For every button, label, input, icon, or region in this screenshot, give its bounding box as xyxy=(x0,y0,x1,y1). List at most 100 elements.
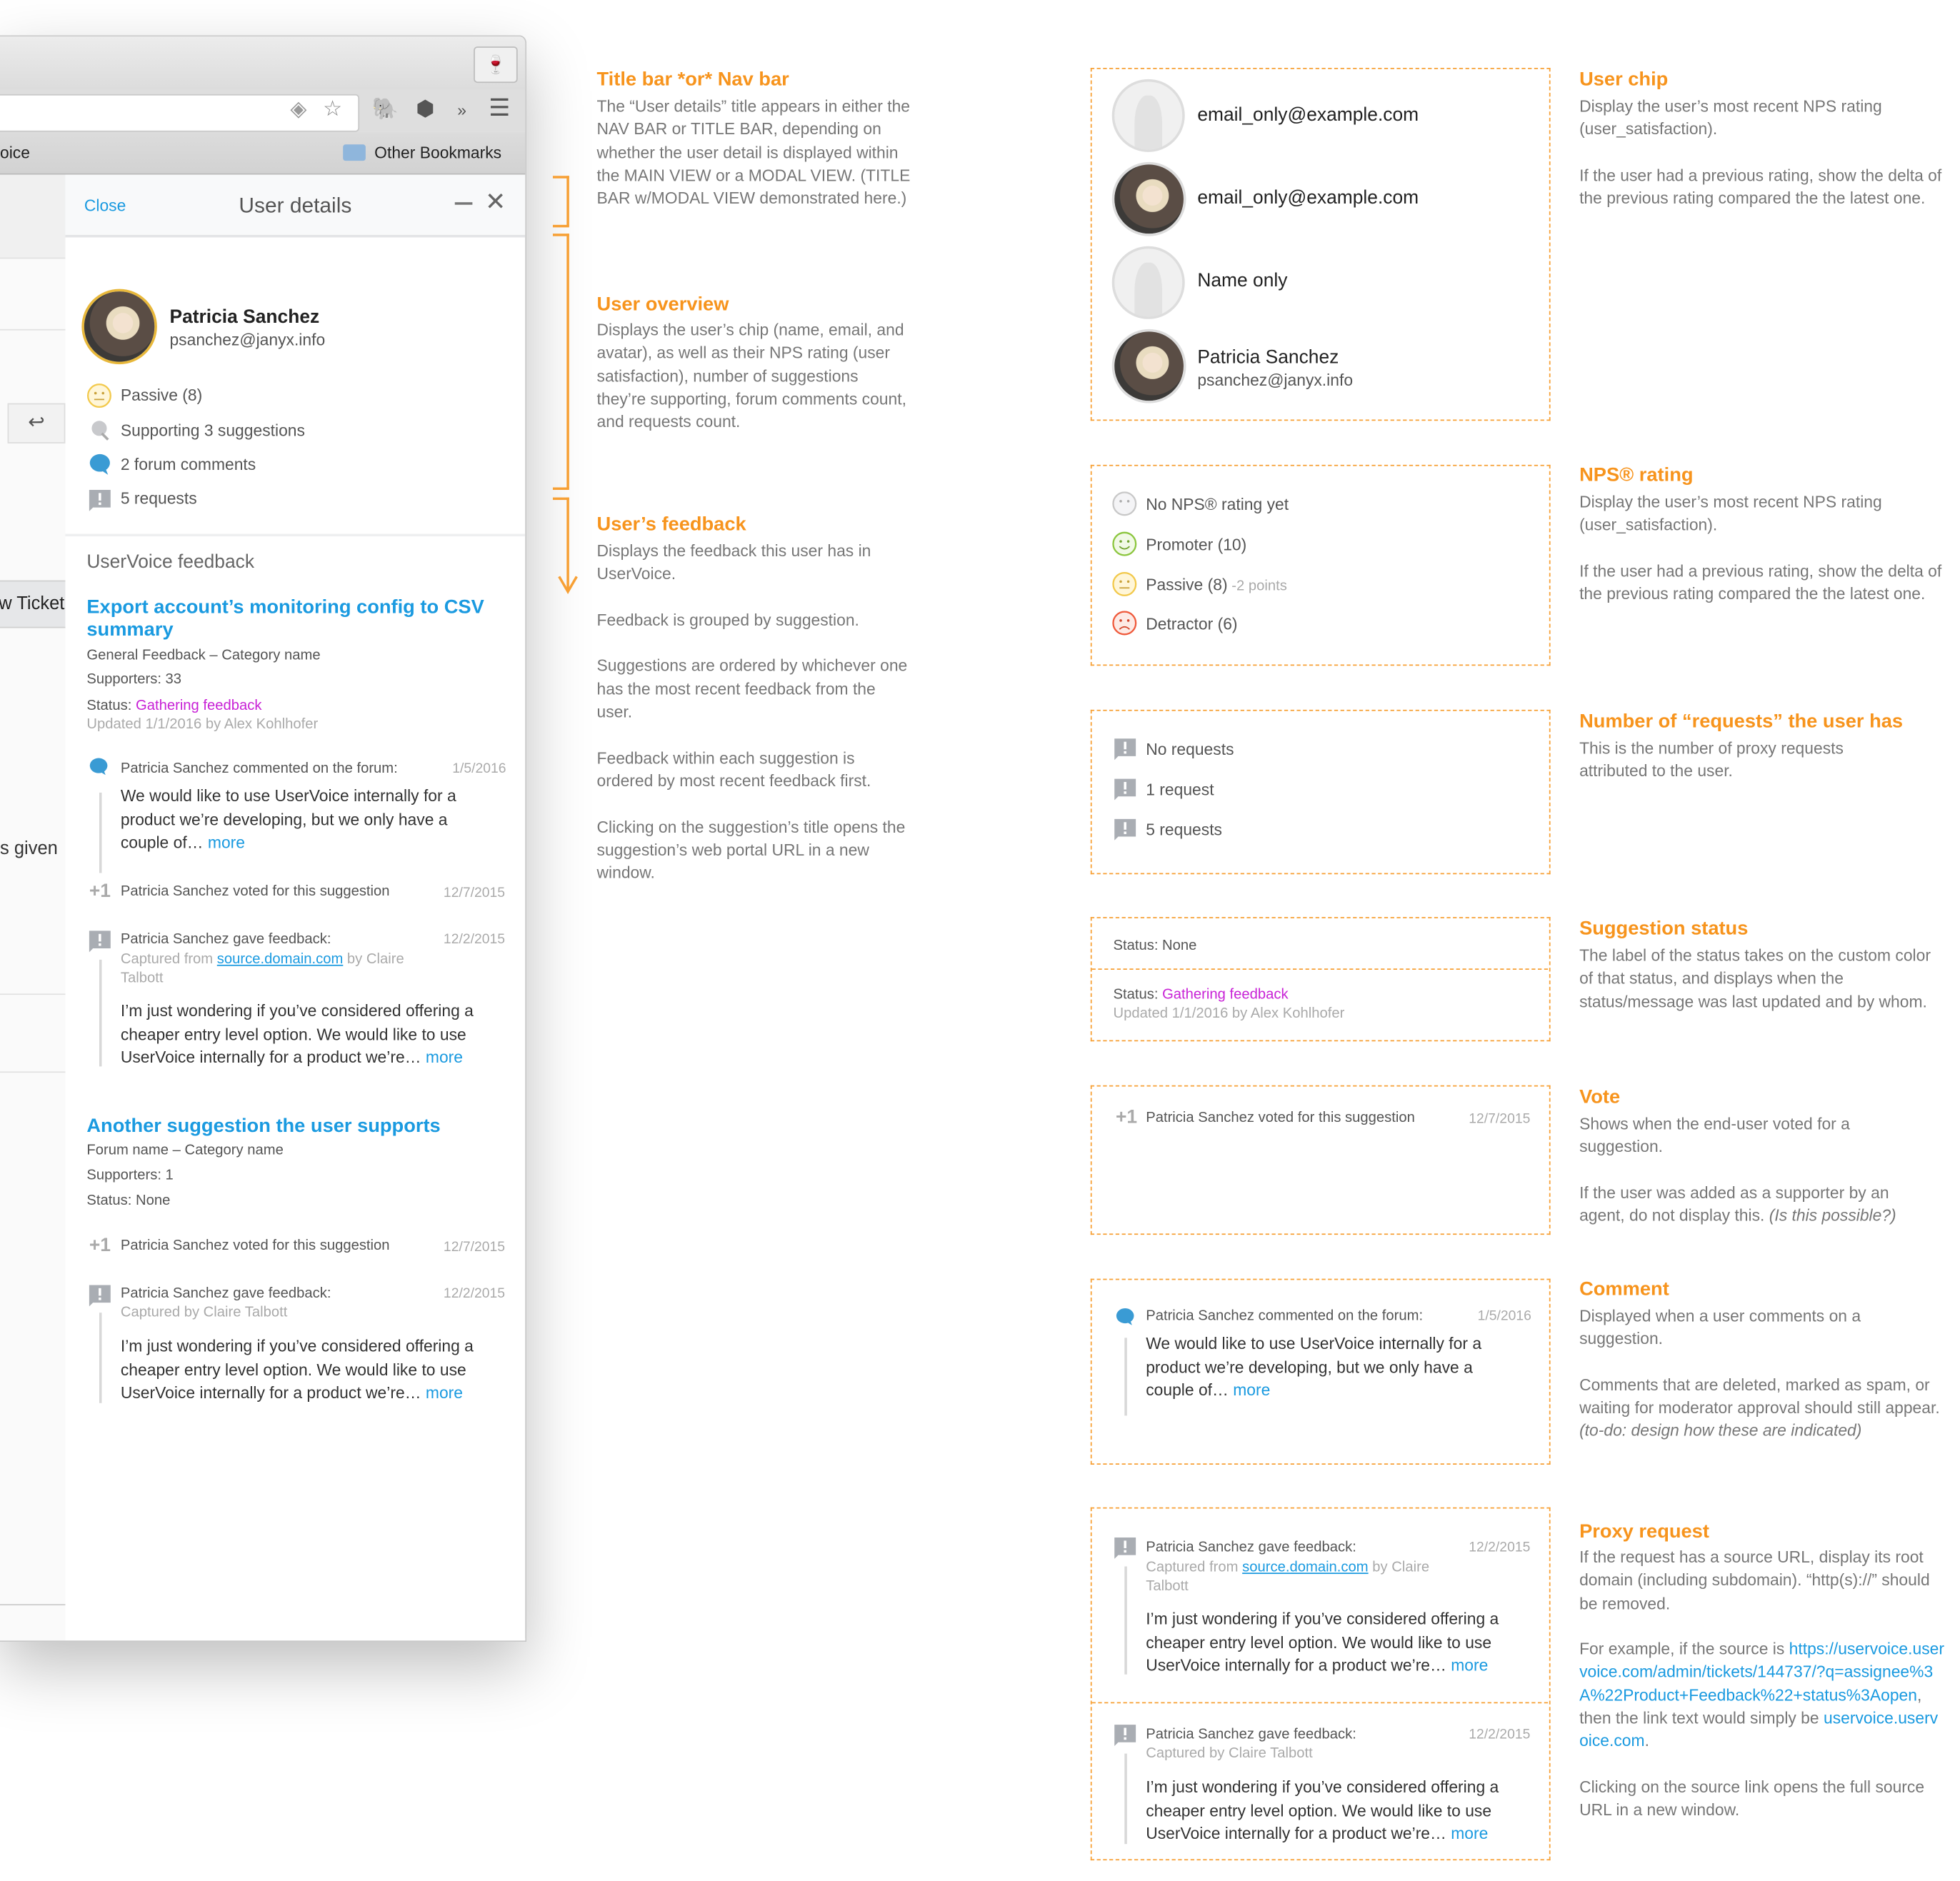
plus-one-icon: +1 xyxy=(89,1235,111,1256)
annotation-title: User overview xyxy=(596,294,729,316)
no-rating-face-icon xyxy=(1112,491,1137,516)
feedback-body: I’m just wondering if you’ve considered … xyxy=(120,1000,474,1067)
comment-bubble-icon xyxy=(1116,1308,1134,1325)
minimize-icon[interactable] xyxy=(454,202,473,205)
activity-header: Patricia Sanchez gave feedback: xyxy=(120,932,331,948)
more-link[interactable]: more xyxy=(1233,1380,1270,1399)
passive-face-icon xyxy=(1112,571,1137,596)
thread-line xyxy=(99,959,102,1067)
requests-label: 5 requests xyxy=(1146,820,1222,840)
page-title: User details xyxy=(239,193,352,218)
source-link[interactable]: source.domain.com xyxy=(1242,1560,1369,1575)
bracket xyxy=(552,487,569,491)
wine-glass-icon[interactable]: 🍷 xyxy=(474,46,518,84)
annotation-text: Display the user’s most recent NPS ratin… xyxy=(1579,96,1942,208)
nps-label: No NPS® rating yet xyxy=(1146,495,1289,514)
other-bookmarks[interactable]: Other Bookmarks xyxy=(374,144,501,162)
annotation-title: Suggestion status xyxy=(1579,918,1749,940)
annotation-text: If the request has a source URL, display… xyxy=(1579,1548,1944,1820)
star-icon[interactable]: ☆ xyxy=(323,96,342,121)
hexagon-extension-icon[interactable]: ⬢ xyxy=(416,96,434,121)
passive-face-icon xyxy=(86,383,111,408)
comment-bubble-icon xyxy=(89,758,108,776)
avatar-placeholder xyxy=(1111,79,1185,152)
annotation-title: User’s feedback xyxy=(596,513,746,536)
captured-by: Captured by Claire Talbott xyxy=(1146,1746,1313,1762)
activity-date: 12/2/2015 xyxy=(443,1286,506,1302)
overflow-chevron-icon[interactable]: » xyxy=(457,101,466,119)
user-chip-examples: email_only@example.com email_only@exampl… xyxy=(1090,67,1551,421)
supporting-count: Supporting 3 suggestions xyxy=(120,421,305,440)
feedback-body: I’m just wondering if you’ve considered … xyxy=(1146,1777,1499,1843)
activity-date: 1/5/2016 xyxy=(452,761,506,777)
activity-header: Patricia Sanchez voted for this suggesti… xyxy=(1146,1110,1415,1126)
source-link[interactable]: source.domain.com xyxy=(217,952,344,967)
activity-header: Patricia Sanchez gave feedback: xyxy=(1146,1727,1356,1742)
diamond-icon[interactable]: ◈ xyxy=(290,96,306,121)
suggestion-title[interactable]: Export account’s monitoring config to CS… xyxy=(86,597,489,642)
thread-line xyxy=(99,792,102,873)
bracket xyxy=(552,224,569,228)
underlying-text: s given xyxy=(0,839,58,860)
nps-label: Detractor (6) xyxy=(1146,614,1238,633)
evernote-icon[interactable]: 🐘 xyxy=(372,96,399,121)
activity-header: Patricia Sanchez commented on the forum: xyxy=(120,761,398,777)
more-link[interactable]: more xyxy=(426,1048,463,1066)
request-exclamation-icon xyxy=(1114,818,1136,841)
more-link[interactable]: more xyxy=(1451,1655,1488,1674)
bracket xyxy=(566,234,569,489)
comment-example: Patricia Sanchez commented on the forum:… xyxy=(1090,1278,1551,1465)
forum-comments-count: 2 forum comments xyxy=(120,454,256,474)
activity-header: Patricia Sanchez voted for this suggesti… xyxy=(120,1238,390,1254)
request-exclamation-icon xyxy=(89,1285,111,1307)
status: Status: Gathering feedback xyxy=(1113,987,1289,1003)
arrow-down-icon xyxy=(558,576,578,594)
feedback-body: I’m just wondering if you’ve considered … xyxy=(120,1336,474,1403)
activity-date: 12/7/2015 xyxy=(443,1240,506,1255)
status-examples: Status: None Status: Gathering feedback … xyxy=(1090,917,1551,1042)
reply-button[interactable]: ↩ xyxy=(7,403,66,443)
request-exclamation-icon xyxy=(89,490,111,511)
more-link[interactable]: more xyxy=(208,833,245,851)
plus-one-icon: +1 xyxy=(1115,1106,1138,1128)
status: Status: Gathering feedback xyxy=(86,698,262,714)
underlying-page: ↩ w Ticket s given xyxy=(0,174,67,1641)
chip-primary: email_only@example.com xyxy=(1197,187,1419,209)
status-updated: Updated 1/1/2016 by Alex Kohlhofer xyxy=(86,717,319,733)
thread-line xyxy=(1124,1753,1127,1845)
more-link[interactable]: more xyxy=(426,1383,463,1402)
more-link[interactable]: more xyxy=(1451,1824,1488,1842)
new-ticket-button[interactable]: w Ticket xyxy=(0,580,66,628)
activity-date: 12/7/2015 xyxy=(1469,1111,1531,1127)
suggestion-title[interactable]: Another suggestion the user supports xyxy=(86,1115,489,1138)
thread-line xyxy=(99,1313,102,1403)
browser-window: 🍷 ◈ ☆ 🐘 ⬢ » ☰ oice Other Bookmarks ↩ w T… xyxy=(0,35,527,1642)
comment-body: We would like to use UserVoice internall… xyxy=(1146,1334,1482,1400)
chip-primary: email_only@example.com xyxy=(1197,104,1419,126)
chip-primary: Name only xyxy=(1197,270,1288,292)
annotation-text: Display the user’s most recent NPS ratin… xyxy=(1579,492,1942,603)
activity-header: Patricia Sanchez gave feedback: xyxy=(120,1286,331,1302)
requests-label: No requests xyxy=(1146,740,1234,759)
status: Status: None xyxy=(1113,938,1197,954)
divider xyxy=(1091,968,1549,970)
annotation-text: This is the number of proxy requests att… xyxy=(1579,738,1844,781)
status-value: Gathering feedback xyxy=(135,698,262,714)
hamburger-menu-icon[interactable]: ☰ xyxy=(489,94,510,123)
activity-header: Patricia Sanchez gave feedback: xyxy=(1146,1540,1356,1555)
avatar xyxy=(1114,331,1184,401)
annotation-text: Displays the user’s chip (name, email, a… xyxy=(596,320,906,431)
user-name: Patricia Sanchez xyxy=(169,306,320,328)
bookmark-item[interactable]: oice xyxy=(0,144,30,162)
vote-example: +1 Patricia Sanchez voted for this sugge… xyxy=(1090,1085,1551,1235)
detractor-face-icon xyxy=(1112,611,1137,636)
forum-category: General Feedback – Category name xyxy=(86,648,321,663)
annotation-text: The “User details” title appears in eith… xyxy=(596,96,911,208)
bookmarks-bar: oice Other Bookmarks xyxy=(0,131,526,175)
nps-label: Promoter (10) xyxy=(1146,535,1247,554)
divider xyxy=(1091,1702,1549,1704)
activity-date: 12/2/2015 xyxy=(1469,1540,1531,1555)
supporters: Supporters: 1 xyxy=(86,1168,174,1183)
annotation-title: Number of “requests” the user has xyxy=(1579,711,1904,733)
close-icon[interactable]: ✕ xyxy=(485,186,506,217)
